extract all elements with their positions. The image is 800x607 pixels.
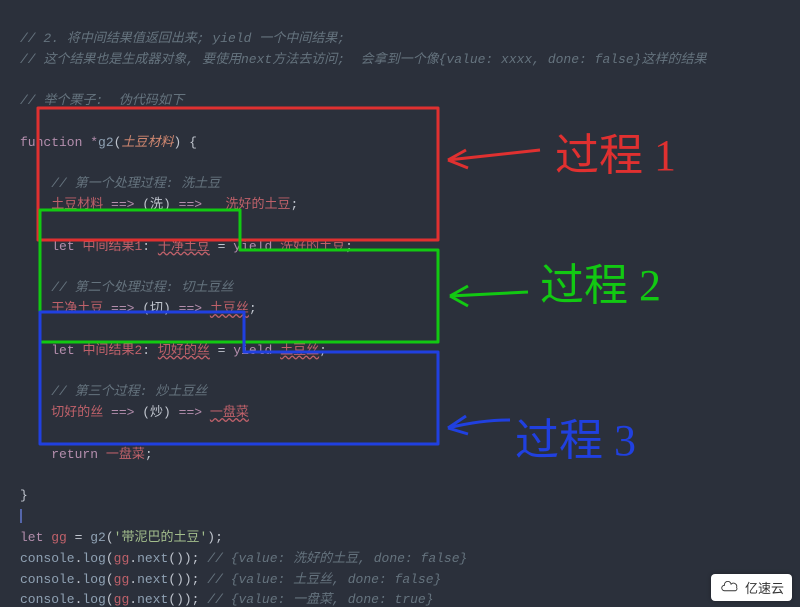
op-arrow: ==> bbox=[171, 197, 210, 212]
op-arrow: ==> bbox=[171, 301, 210, 316]
kw-star: * bbox=[90, 135, 98, 150]
fn-name: g2 bbox=[98, 135, 114, 150]
ident-error: 切好的丝 bbox=[158, 343, 210, 358]
semi: ; bbox=[249, 301, 257, 316]
ident-error: 土豆丝 bbox=[210, 301, 249, 316]
ident: 洗好的土豆 bbox=[280, 239, 345, 254]
brace: { bbox=[181, 135, 197, 150]
op: (炒) bbox=[142, 405, 171, 420]
kw-let: let bbox=[20, 530, 43, 545]
ident: gg bbox=[51, 530, 67, 545]
ident: 一盘菜 bbox=[106, 447, 145, 462]
colon: : bbox=[142, 239, 158, 254]
ident: 干净土豆 bbox=[51, 301, 103, 316]
ident: 中间结果2 bbox=[82, 343, 142, 358]
param: 土豆材料 bbox=[121, 135, 173, 150]
log: log bbox=[82, 572, 105, 587]
op: (切) bbox=[142, 301, 171, 316]
comment: // 举个栗子: 伪代码如下 bbox=[20, 93, 184, 108]
next: next bbox=[137, 551, 168, 566]
kw-return: return bbox=[51, 447, 98, 462]
ident: 切好的丝 bbox=[51, 405, 103, 420]
op: (洗) bbox=[142, 197, 171, 212]
ident-error: 一盘菜 bbox=[210, 405, 249, 420]
cursor bbox=[20, 509, 22, 523]
semi: ; bbox=[145, 447, 153, 462]
ident-error: 土豆丝 bbox=[280, 343, 319, 358]
kw-let: let bbox=[51, 239, 74, 254]
op-arrow: ==> bbox=[171, 405, 210, 420]
log: log bbox=[82, 592, 105, 607]
semi: ; bbox=[345, 239, 353, 254]
ident: 洗好的土豆 bbox=[225, 197, 290, 212]
comment: // 第一个处理过程: 洗土豆 bbox=[51, 176, 220, 191]
op-arrow: ==> bbox=[103, 405, 142, 420]
next: next bbox=[137, 592, 168, 607]
colon: : bbox=[142, 343, 158, 358]
fn-call: g2 bbox=[90, 530, 106, 545]
watermark: 亿速云 bbox=[711, 574, 792, 601]
comment: // {value: 洗好的土豆, done: false} bbox=[207, 551, 467, 566]
op-arrow: ==> bbox=[103, 301, 142, 316]
comment: // {value: 土豆丝, done: false} bbox=[207, 572, 441, 587]
comment: // 第三个过程: 炒土豆丝 bbox=[51, 384, 207, 399]
watermark-text: 亿速云 bbox=[745, 578, 784, 597]
ident: 土豆材料 bbox=[51, 197, 103, 212]
kw-yield: yield bbox=[233, 239, 272, 254]
eq: = bbox=[210, 239, 233, 254]
ident: gg bbox=[114, 572, 130, 587]
console: console bbox=[20, 551, 75, 566]
ident-error: 干净土豆 bbox=[158, 239, 210, 254]
log: log bbox=[82, 551, 105, 566]
ident: 中间结果1 bbox=[82, 239, 142, 254]
kw-yield: yield bbox=[233, 343, 272, 358]
kw-let: let bbox=[51, 343, 74, 358]
code-block: // 2. 将中间结果值返回出来; yield 一个中间结果; // 这个结果也… bbox=[0, 0, 800, 607]
string: '带泥巴的土豆' bbox=[114, 530, 208, 545]
comment: // 第二个处理过程: 切土豆丝 bbox=[51, 280, 233, 295]
semi: ; bbox=[319, 343, 327, 358]
ident: gg bbox=[114, 592, 130, 607]
eq: = bbox=[67, 530, 90, 545]
semi: ; bbox=[291, 197, 299, 212]
op-arrow: ==> bbox=[103, 197, 142, 212]
comment: // 2. 将中间结果值返回出来; yield 一个中间结果; bbox=[20, 31, 345, 46]
console: console bbox=[20, 572, 75, 587]
next: next bbox=[137, 572, 168, 587]
kw-function: function bbox=[20, 135, 82, 150]
console: console bbox=[20, 592, 75, 607]
ident: gg bbox=[114, 551, 130, 566]
comment: // {value: 一盘菜, done: true} bbox=[207, 592, 433, 607]
cloud-icon bbox=[719, 581, 741, 595]
comment: // 这个结果也是生成器对象, 要使用next方法去访问; 会拿到一个像{val… bbox=[20, 52, 706, 67]
eq: = bbox=[210, 343, 233, 358]
brace: } bbox=[20, 488, 28, 503]
